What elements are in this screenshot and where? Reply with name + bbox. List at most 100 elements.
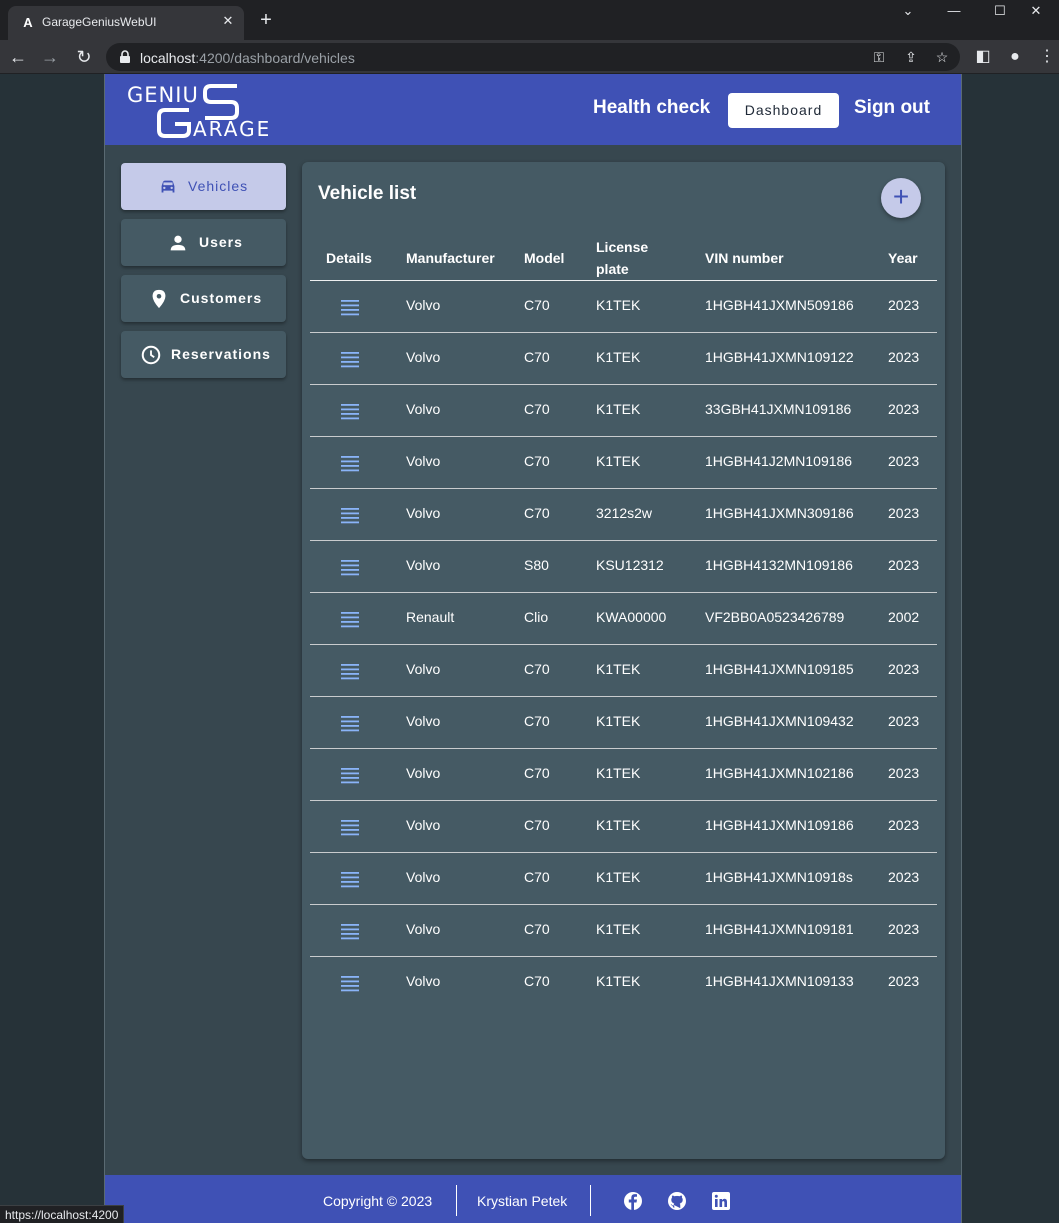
details-list-icon[interactable] xyxy=(340,298,360,316)
browser-tab[interactable]: A GarageGeniusWebUI ✕ xyxy=(8,6,244,40)
menu-icon[interactable]: ⋮ xyxy=(1035,45,1059,69)
cell-vin: 33GBH41JXMN109186 xyxy=(705,401,852,417)
side-panel-icon[interactable]: ◧ xyxy=(971,45,995,69)
details-list-icon[interactable] xyxy=(340,818,360,836)
cell-license-plate: K1TEK xyxy=(596,713,641,729)
details-list-icon[interactable] xyxy=(340,454,360,472)
cell-model: C70 xyxy=(524,401,550,417)
chevron-down-icon[interactable]: ⌄ xyxy=(885,0,931,24)
column-header-vin: VIN number xyxy=(705,250,784,266)
cell-model: C70 xyxy=(524,817,550,833)
table-row: Volvo C70 3212s2w 1HGBH41JXMN309186 2023 xyxy=(310,489,937,541)
forward-icon[interactable]: → xyxy=(38,45,62,69)
cell-vin: 1HGBH41JXMN309186 xyxy=(705,505,854,521)
cell-model: C70 xyxy=(524,349,550,365)
table-row: Renault Clio KWA00000 VF2BB0A0523426789 2002 xyxy=(310,593,937,645)
cell-model: C70 xyxy=(524,713,550,729)
cell-year: 2023 xyxy=(888,557,920,573)
status-bar-url: https://localhost:4200 xyxy=(0,1205,125,1223)
sidebar-item-label: Customers xyxy=(180,290,263,306)
vehicle-list-card: Vehicle list + Details Manufacturer Mode… xyxy=(302,162,945,1159)
table-row: Volvo C70 K1TEK 1HGBH41J2MN109186 2023 xyxy=(310,437,937,489)
car-icon xyxy=(161,180,175,193)
details-list-icon[interactable] xyxy=(340,922,360,940)
add-vehicle-button[interactable]: + xyxy=(881,178,921,218)
svg-text:ARAGE: ARAGE xyxy=(193,117,271,140)
new-tab-icon[interactable]: + xyxy=(256,10,276,30)
column-header-details: Details xyxy=(326,250,372,266)
genius-garage-logo[interactable]: GENIU ARAGE xyxy=(127,80,293,140)
close-window-icon[interactable]: ✕ xyxy=(1013,0,1059,24)
cell-license-plate: K1TEK xyxy=(596,921,641,937)
key-icon[interactable]: ⚿ xyxy=(870,48,888,66)
cell-manufacturer: Volvo xyxy=(406,921,441,937)
app-root: GENIU ARAGE Health check Dashboard Sign … xyxy=(105,74,961,1223)
cell-license-plate: 3212s2w xyxy=(596,505,653,521)
table-row: Volvo C70 K1TEK 33GBH41JXMN109186 2023 xyxy=(310,385,937,437)
cell-model: C70 xyxy=(524,661,550,677)
cell-vin: 1HGBH41JXMN109181 xyxy=(705,921,854,937)
table-row: Volvo C70 K1TEK 1HGBH41JXMN102186 2023 xyxy=(310,749,937,801)
dashboard-button[interactable]: Dashboard xyxy=(728,93,839,128)
cell-year: 2023 xyxy=(888,505,920,521)
back-icon[interactable]: ← xyxy=(6,45,30,69)
reload-icon[interactable]: ↻ xyxy=(72,45,96,69)
cell-vin: 1HGBH41JXMN109186 xyxy=(705,817,854,833)
location-pin-icon xyxy=(152,289,166,309)
cell-manufacturer: Renault xyxy=(406,609,455,625)
minimize-icon[interactable]: — xyxy=(931,0,977,24)
lock-icon xyxy=(120,50,130,63)
cell-license-plate: K1TEK xyxy=(596,765,641,781)
sign-out-link[interactable]: Sign out xyxy=(854,97,930,119)
details-list-icon[interactable] xyxy=(340,714,360,732)
sidebar-item-label: Reservations xyxy=(171,346,271,362)
cell-model: C70 xyxy=(524,973,550,989)
details-list-icon[interactable] xyxy=(340,350,360,368)
details-list-icon[interactable] xyxy=(340,870,360,888)
details-list-icon[interactable] xyxy=(340,402,360,420)
sidebar-item-customers[interactable]: Customers xyxy=(121,275,286,322)
star-icon[interactable]: ☆ xyxy=(933,48,951,66)
cell-year: 2023 xyxy=(888,869,920,885)
cell-year: 2023 xyxy=(888,713,920,729)
table-row: Volvo S80 KSU12312 1HGBH4132MN109186 2023 xyxy=(310,541,937,593)
cell-vin: 1HGBH41JXMN109432 xyxy=(705,713,854,729)
cell-vin: 1HGBH41JXMN509186 xyxy=(705,297,854,313)
details-list-icon[interactable] xyxy=(340,974,360,992)
cell-license-plate: K1TEK xyxy=(596,297,641,313)
linkedin-icon[interactable] xyxy=(711,1191,731,1211)
cell-manufacturer: Volvo xyxy=(406,453,441,469)
cell-vin: VF2BB0A0523426789 xyxy=(705,609,845,625)
column-header-license-plate: License plate xyxy=(596,239,649,277)
table-row: Volvo C70 K1TEK 1HGBH41JXMN109181 2023 xyxy=(310,905,937,957)
close-tab-icon[interactable]: ✕ xyxy=(220,13,236,29)
share-icon[interactable]: ⇪ xyxy=(902,48,920,66)
cell-year: 2002 xyxy=(888,609,920,625)
cell-license-plate: K1TEK xyxy=(596,869,641,885)
address-bar[interactable]: localhost:4200/dashboard/vehicles ⚿ ⇪ ☆ xyxy=(106,43,960,71)
details-list-icon[interactable] xyxy=(340,610,360,628)
app-footer: Copyright © 2023 Krystian Petek xyxy=(105,1175,961,1223)
profile-icon[interactable]: ● xyxy=(1003,45,1027,69)
github-icon[interactable] xyxy=(667,1191,687,1211)
cell-manufacturer: Volvo xyxy=(406,297,441,313)
footer-divider xyxy=(456,1185,457,1216)
sidebar-item-reservations[interactable]: Reservations xyxy=(121,331,286,378)
details-list-icon[interactable] xyxy=(340,766,360,784)
sidebar-item-users[interactable]: Users xyxy=(121,219,286,266)
facebook-icon[interactable] xyxy=(623,1191,643,1211)
health-check-link[interactable]: Health check xyxy=(593,97,710,119)
details-list-icon[interactable] xyxy=(340,558,360,576)
sidebar-item-label: Vehicles xyxy=(188,178,249,194)
cell-model: C70 xyxy=(524,297,550,313)
cell-year: 2023 xyxy=(888,817,920,833)
cell-model: Clio xyxy=(524,609,549,625)
cell-manufacturer: Volvo xyxy=(406,869,441,885)
cell-license-plate: K1TEK xyxy=(596,973,641,989)
cell-model: C70 xyxy=(524,453,550,469)
cell-license-plate: KWA00000 xyxy=(596,609,667,625)
details-list-icon[interactable] xyxy=(340,506,360,524)
sidebar-item-vehicles[interactable]: Vehicles xyxy=(121,163,286,210)
details-list-icon[interactable] xyxy=(340,662,360,680)
author-name: Krystian Petek xyxy=(477,1193,568,1209)
